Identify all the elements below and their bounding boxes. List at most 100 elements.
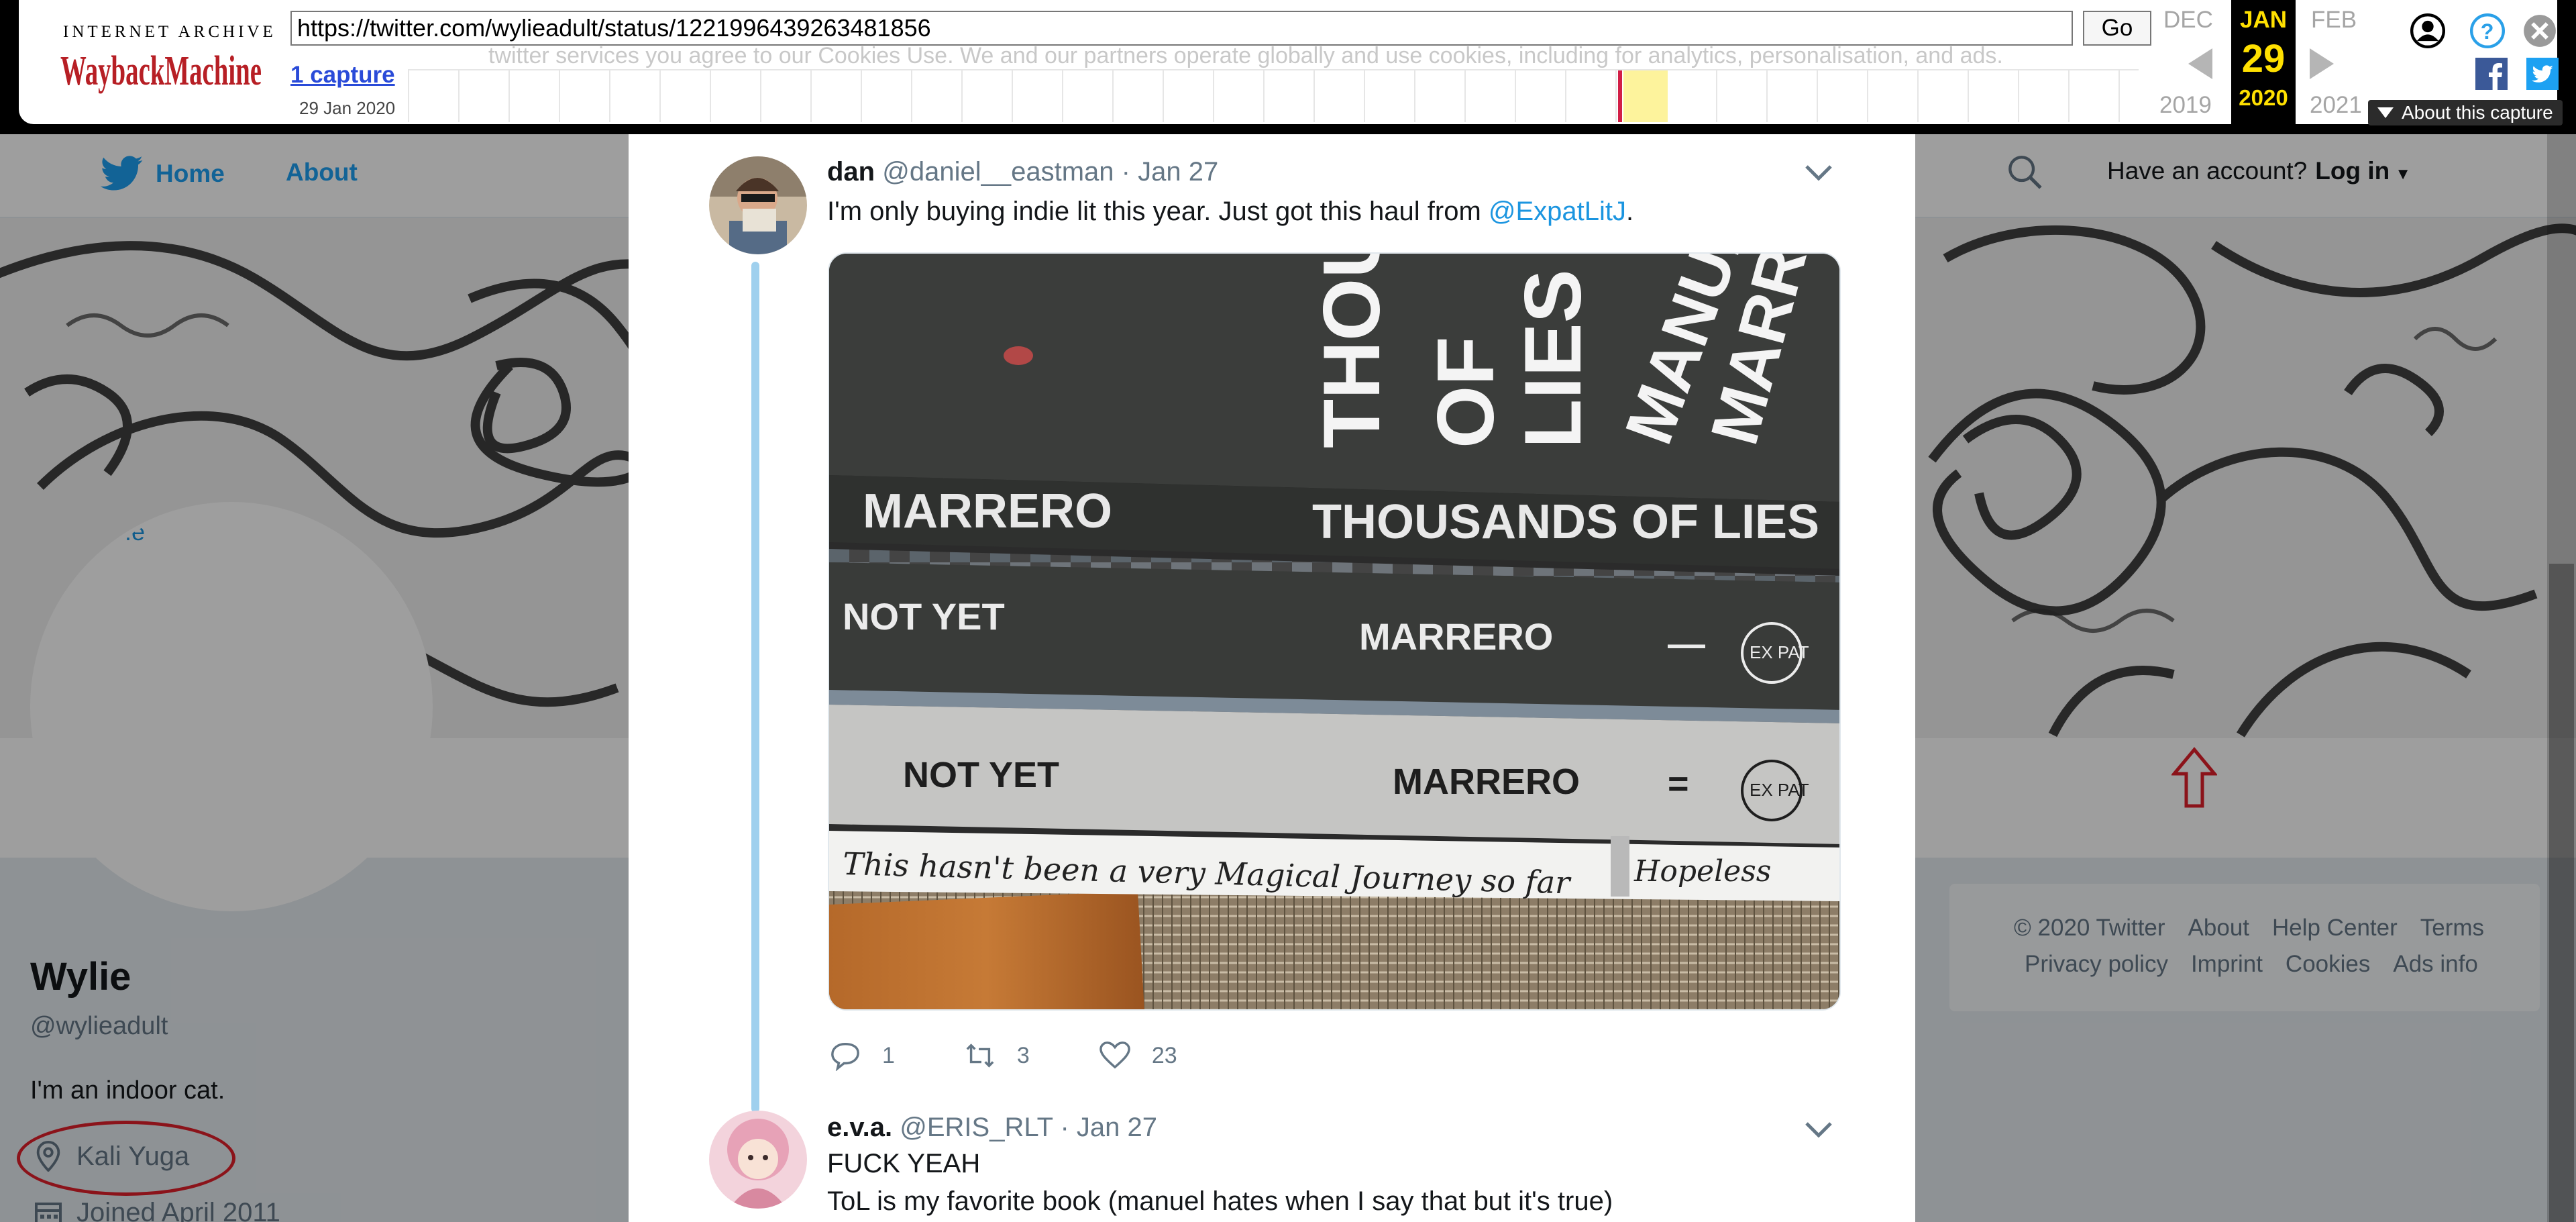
wayback-machine-logo[interactable]: WaybackMachine bbox=[60, 40, 265, 102]
next-month-label[interactable]: FEB bbox=[2311, 7, 2357, 34]
avatar-photo bbox=[709, 1111, 807, 1209]
like-action[interactable]: 23 bbox=[1099, 1040, 1177, 1071]
sparkline-month-cell[interactable] bbox=[2018, 70, 2068, 122]
retweet-action[interactable]: 3 bbox=[965, 1040, 1030, 1071]
next-year-label[interactable]: 2021 bbox=[2310, 92, 2362, 119]
sparkline-month-cell[interactable] bbox=[458, 70, 508, 122]
caret-down-icon bbox=[2377, 107, 2394, 118]
like-count: 23 bbox=[1151, 1042, 1177, 1068]
wayback-toolbar: INTERNET ARCHIVE WaybackMachine twitter … bbox=[0, 0, 2576, 134]
tweet-author-handle[interactable]: @ERIS_RLT bbox=[900, 1113, 1053, 1142]
sparkline-month-cell[interactable] bbox=[408, 70, 458, 122]
current-day: 29 bbox=[2241, 37, 2286, 81]
tweet-conversation-modal: dan @daniel__eastman · Jan 27 I'm only b… bbox=[629, 128, 1915, 1222]
tweet-mention-link[interactable]: @ExpatLitJ bbox=[1489, 197, 1626, 226]
heart-icon bbox=[1099, 1041, 1130, 1069]
sparkline-month-cell[interactable] bbox=[1917, 70, 1968, 122]
book1-spine-author: MARRERO bbox=[863, 485, 1112, 538]
tweet-actions: 1 3 23 bbox=[830, 1040, 1247, 1071]
sparkline-month-cell[interactable] bbox=[1062, 70, 1112, 122]
book2-logo: EX PAT bbox=[1750, 642, 1809, 662]
book1-cover-title-3: LIES bbox=[1508, 269, 1598, 448]
tweet-date[interactable]: Jan 27 bbox=[1138, 157, 1218, 187]
captures-link[interactable]: 1 capture bbox=[290, 62, 395, 89]
book2-spine-author: MARRERO bbox=[1359, 615, 1553, 658]
book3-spine-title: NOT YET bbox=[903, 755, 1059, 795]
book3-mark: = bbox=[1668, 764, 1689, 804]
sparkline-month-cell[interactable] bbox=[1464, 70, 1515, 122]
sparkline-month-cell[interactable] bbox=[1414, 70, 1464, 122]
book2-mark: — bbox=[1668, 622, 1705, 664]
tweet-item[interactable]: dan @daniel__eastman · Jan 27 I'm only b… bbox=[629, 128, 1915, 1107]
twitter-icon[interactable] bbox=[2526, 58, 2559, 90]
current-month: JAN bbox=[2239, 7, 2288, 33]
reply-count: 1 bbox=[882, 1042, 895, 1068]
prev-month-label[interactable]: DEC bbox=[2163, 7, 2213, 34]
user-icon[interactable] bbox=[2410, 13, 2445, 48]
sparkline-month-cell[interactable] bbox=[861, 70, 911, 122]
sparkline-capture-marker[interactable] bbox=[1618, 70, 1622, 122]
svg-text:?: ? bbox=[2481, 19, 2494, 44]
sparkline-current-year-highlight bbox=[1623, 70, 1668, 122]
sparkline-month-cell[interactable] bbox=[1565, 70, 1615, 122]
sparkline-month-cell[interactable] bbox=[1716, 70, 1766, 122]
tweet-author-handle[interactable]: @daniel__eastman bbox=[882, 157, 1114, 187]
sparkline-month-cell[interactable] bbox=[1163, 70, 1213, 122]
sparkline-month-cell[interactable] bbox=[760, 70, 810, 122]
reply-icon bbox=[831, 1043, 859, 1071]
sparkline-month-cell[interactable] bbox=[911, 70, 961, 122]
sparkline-month-cell[interactable] bbox=[1968, 70, 2018, 122]
go-button[interactable]: Go bbox=[2083, 11, 2151, 46]
book2-spine-title: NOT YET bbox=[843, 595, 1005, 638]
chevron-down-icon[interactable] bbox=[1804, 164, 1833, 183]
sparkline-month-cell[interactable] bbox=[609, 70, 659, 122]
sparkline-month-cell[interactable] bbox=[1364, 70, 1414, 122]
prev-capture-arrow-icon[interactable] bbox=[2188, 48, 2212, 79]
sparkline-month-cell[interactable] bbox=[961, 70, 1012, 122]
sparkline-month-cell[interactable] bbox=[1213, 70, 1263, 122]
tweet-text-end: . bbox=[1626, 197, 1634, 226]
next-capture-arrow-icon[interactable] bbox=[2310, 48, 2334, 79]
tweet-avatar[interactable] bbox=[709, 1111, 807, 1209]
help-icon[interactable]: ? bbox=[2470, 13, 2505, 48]
capture-sparkline[interactable] bbox=[408, 69, 2139, 122]
wayback-url-input[interactable] bbox=[290, 11, 2073, 46]
tweet-avatar[interactable] bbox=[709, 156, 807, 254]
sparkline-month-cell[interactable] bbox=[559, 70, 609, 122]
reply-action[interactable]: 1 bbox=[830, 1040, 895, 1071]
sparkline-month-cell[interactable] bbox=[1666, 70, 1716, 122]
book1-cover-title-2: OF bbox=[1421, 336, 1511, 448]
book1-cover-title-1: THOUSANDS bbox=[1307, 254, 1397, 448]
book4-spine-right: Hopeless bbox=[1633, 854, 1771, 888]
sparkline-month-cell[interactable] bbox=[1313, 70, 1364, 122]
sparkline-month-cell[interactable] bbox=[810, 70, 861, 122]
book3-spine-author: MARRERO bbox=[1393, 762, 1580, 802]
sparkline-month-cell[interactable] bbox=[659, 70, 710, 122]
book1-spine-title: THOUSANDS OF LIES bbox=[1312, 495, 1819, 549]
close-icon[interactable] bbox=[2522, 13, 2557, 48]
sparkline-month-cell[interactable] bbox=[1817, 70, 1867, 122]
sparkline-month-cell[interactable] bbox=[1515, 70, 1565, 122]
sparkline-month-cell[interactable] bbox=[2068, 70, 2118, 122]
tweet-item[interactable]: e.v.a. @ERIS_RLT · Jan 27 FUCK YEAH ToL … bbox=[629, 1107, 1915, 1222]
tweet-photo[interactable]: THOUSANDS OF LIES MANUEL MARRERO MARRERO… bbox=[828, 252, 1841, 1011]
tweet-text: I'm only buying indie lit this year. Jus… bbox=[827, 197, 1633, 227]
facebook-icon[interactable] bbox=[2475, 58, 2508, 90]
tweet-author-name[interactable]: e.v.a. bbox=[827, 1113, 892, 1142]
chevron-down-icon[interactable] bbox=[1804, 1121, 1833, 1139]
sparkline-month-cell[interactable] bbox=[508, 70, 559, 122]
sparkline-month-cell[interactable] bbox=[1112, 70, 1163, 122]
about-capture-button[interactable]: About this capture bbox=[2368, 100, 2563, 125]
sparkline-month-cell[interactable] bbox=[710, 70, 760, 122]
wayback-logo-text: WaybackMachine bbox=[60, 48, 262, 94]
sparkline-month-cell[interactable] bbox=[1263, 70, 1313, 122]
page-scrollbar-thumb[interactable] bbox=[2549, 564, 2574, 1222]
sparkline-month-cell[interactable] bbox=[1766, 70, 1817, 122]
tweet-date[interactable]: Jan 27 bbox=[1077, 1113, 1157, 1142]
sparkline-month-cell[interactable] bbox=[1867, 70, 1917, 122]
sparkline-month-cell[interactable] bbox=[1012, 70, 1062, 122]
tweet-header: e.v.a. @ERIS_RLT · Jan 27 bbox=[827, 1113, 1157, 1143]
current-capture-date: JAN 29 2020 bbox=[2231, 0, 2296, 124]
prev-year-label[interactable]: 2019 bbox=[2159, 92, 2212, 119]
tweet-author-name[interactable]: dan bbox=[827, 157, 875, 187]
